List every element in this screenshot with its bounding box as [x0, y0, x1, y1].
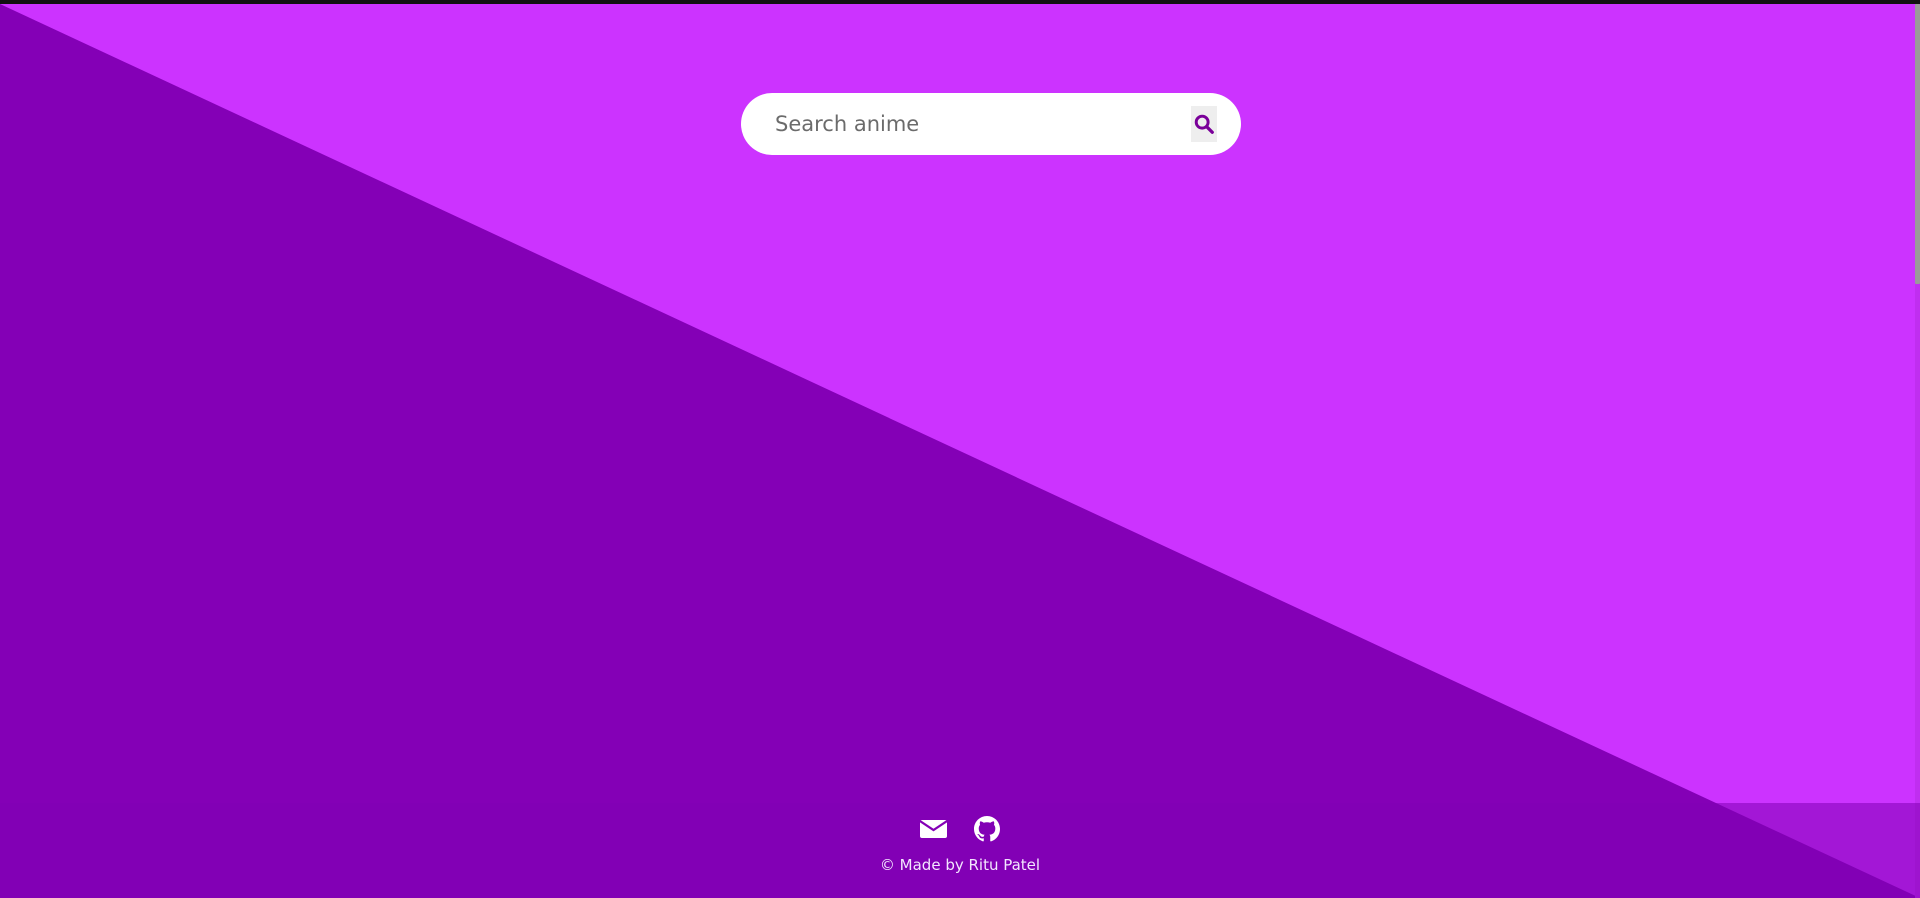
- search-button[interactable]: [1191, 106, 1217, 142]
- footer-icons: [920, 815, 1000, 842]
- top-border: [0, 0, 1920, 4]
- scrollbar-thumb[interactable]: [1915, 4, 1920, 284]
- search-icon: [1194, 114, 1214, 134]
- search-input[interactable]: [773, 103, 1191, 145]
- footer: © Made by Ritu Patel: [0, 803, 1920, 898]
- github-icon: [973, 815, 1000, 841]
- page: © Made by Ritu Patel: [0, 0, 1920, 898]
- envelope-icon: [920, 819, 947, 838]
- copyright-text: © Made by Ritu Patel: [879, 856, 1041, 874]
- github-link[interactable]: [973, 815, 1000, 842]
- search-box: [741, 93, 1241, 155]
- email-link[interactable]: [920, 815, 947, 842]
